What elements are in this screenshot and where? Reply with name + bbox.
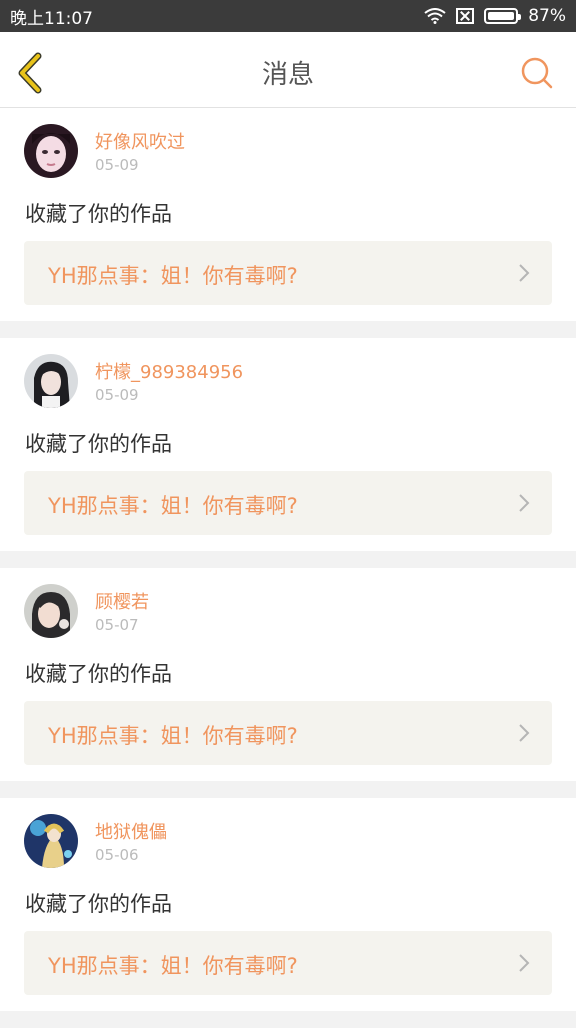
work-link[interactable]: YH那点事：姐！你有毒啊?	[24, 931, 552, 995]
battery-icon	[484, 8, 522, 24]
chevron-right-icon	[519, 954, 530, 972]
username[interactable]: 地狱傀儡	[95, 818, 167, 844]
user-avatar[interactable]	[24, 584, 78, 638]
message-action: 收藏了你的作品	[25, 432, 172, 456]
wifi-icon	[424, 8, 446, 24]
battery-percent: 87%	[528, 6, 566, 26]
message-list: 好像风吹过 05-09 收藏了你的作品 YH那点事：姐！你有毒啊? 柠檬_989…	[0, 108, 576, 1028]
status-time: 晚上11:07	[10, 8, 93, 29]
message-card: 好像风吹过 05-09 收藏了你的作品 YH那点事：姐！你有毒啊?	[0, 108, 576, 321]
message-action: 收藏了你的作品	[25, 202, 172, 226]
message-action: 收藏了你的作品	[25, 662, 172, 686]
user-avatar[interactable]	[24, 354, 78, 408]
chevron-right-icon	[519, 724, 530, 742]
message-card: 柠檬_989384956 05-09 收藏了你的作品 YH那点事：姐！你有毒啊?	[0, 338, 576, 551]
chevron-right-icon	[519, 494, 530, 512]
work-title: YH那点事：姐！你有毒啊?	[48, 264, 298, 288]
work-link[interactable]: YH那点事：姐！你有毒啊?	[24, 471, 552, 535]
username[interactable]: 柠檬_989384956	[95, 358, 243, 384]
status-bar: 晚上11:07 87%	[0, 0, 576, 32]
page-title: 消息	[261, 60, 314, 90]
chevron-left-icon[interactable]	[14, 52, 48, 94]
chevron-right-icon	[519, 264, 530, 282]
search-icon[interactable]	[520, 56, 554, 90]
work-title: YH那点事：姐！你有毒啊?	[48, 724, 298, 748]
work-title: YH那点事：姐！你有毒啊?	[48, 954, 298, 978]
user-avatar[interactable]	[24, 814, 78, 868]
sim-off-icon	[456, 8, 475, 24]
message-card: 地狱傀儡 05-06 收藏了你的作品 YH那点事：姐！你有毒啊?	[0, 798, 576, 1011]
username[interactable]: 好像风吹过	[95, 128, 185, 154]
status-icons: 87%	[424, 6, 566, 26]
message-date: 05-07	[95, 616, 139, 634]
work-link[interactable]: YH那点事：姐！你有毒啊?	[24, 701, 552, 765]
work-link[interactable]: YH那点事：姐！你有毒啊?	[24, 241, 552, 305]
message-card: 顾樱若 05-07 收藏了你的作品 YH那点事：姐！你有毒啊?	[0, 568, 576, 781]
username[interactable]: 顾樱若	[95, 588, 149, 614]
work-title: YH那点事：姐！你有毒啊?	[48, 494, 298, 518]
message-date: 05-09	[95, 386, 139, 404]
message-date: 05-09	[95, 156, 139, 174]
message-date: 05-06	[95, 846, 139, 864]
message-action: 收藏了你的作品	[25, 892, 172, 916]
nav-bar: 消息	[0, 32, 576, 108]
user-avatar[interactable]	[24, 124, 78, 178]
